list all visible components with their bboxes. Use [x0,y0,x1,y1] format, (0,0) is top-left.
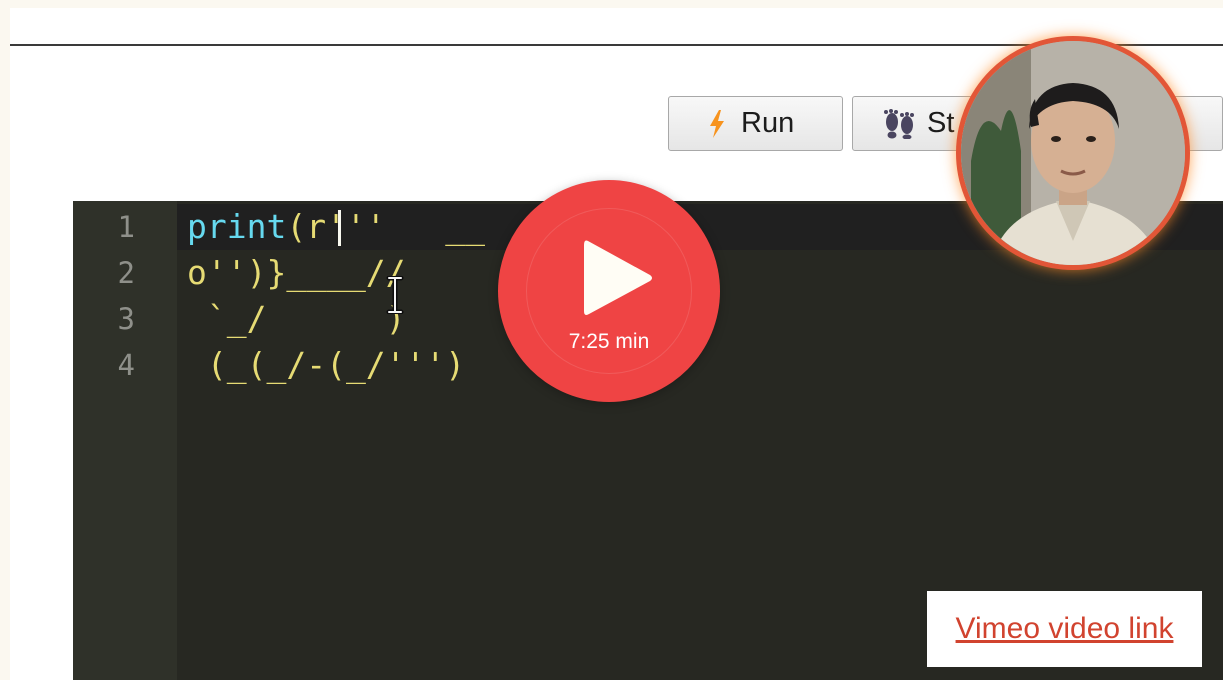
video-play-button[interactable]: 7:25 min [498,180,720,402]
line-number: 4 [117,348,135,382]
vimeo-link-box: Vimeo video link [927,591,1202,667]
run-button[interactable]: Run [668,96,843,151]
code-line[interactable]: (_(_/-(_/''') [187,342,465,388]
play-icon [582,237,654,324]
lightning-icon [709,109,725,138]
line-number: 1 [117,210,135,244]
vimeo-video-link[interactable]: Vimeo video link [956,612,1174,646]
code-line[interactable]: print(r''' __ [187,204,485,250]
line-number: 3 [117,302,135,336]
presenter-avatar [956,36,1190,270]
code-line[interactable]: `_/ ) [187,296,406,342]
text-caret [338,210,341,246]
ibeam-cursor-icon [386,275,404,319]
run-button-label: Run [741,107,795,139]
code-line[interactable]: o'')}____// [187,250,406,296]
code-keyword: print [187,207,287,246]
step-button-label: St [927,107,955,139]
footprints-icon [883,108,917,139]
line-number: 2 [117,256,135,290]
video-duration: 7:25 min [568,330,650,353]
code-string: (r''' __ [286,207,486,246]
